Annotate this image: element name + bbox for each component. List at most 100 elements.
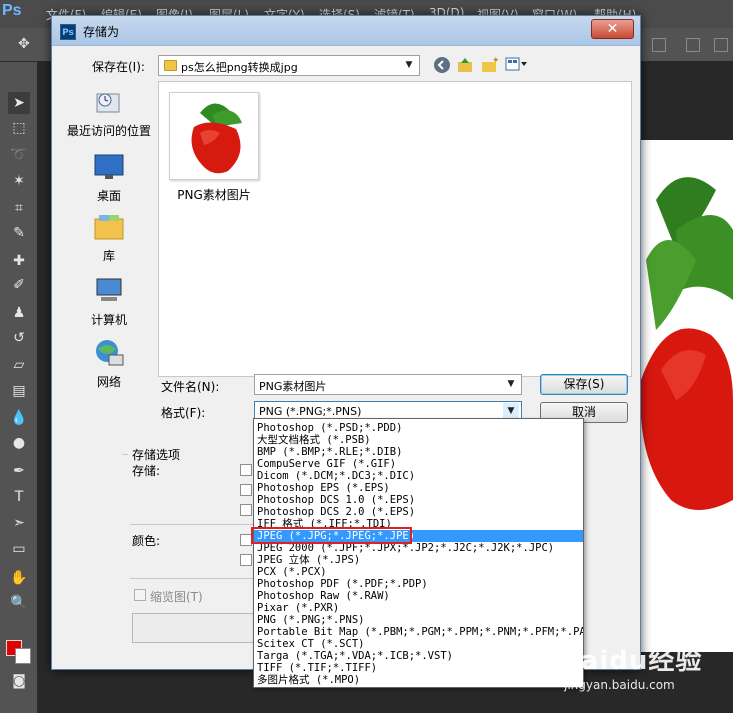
photoshop-logo: Ps — [2, 2, 22, 19]
lasso-tool-icon[interactable]: ➰ — [8, 144, 30, 166]
view-menu-icon[interactable] — [504, 56, 530, 76]
network-icon — [93, 337, 125, 369]
watermark-url: jingyan.baidu.com — [564, 678, 675, 692]
format-option[interactable]: Photoshop (*.PSD;*.PDD) — [254, 422, 583, 434]
baidu-watermark: Baidu经验 jingyan.baidu.com — [560, 640, 703, 692]
path-select-icon[interactable]: ➣ — [8, 512, 30, 534]
annotation-highlight-box — [251, 527, 412, 544]
strawberry-image — [640, 177, 733, 510]
back-icon[interactable] — [432, 56, 452, 76]
format-option[interactable]: Pixar (*.PXR) — [254, 602, 583, 614]
marquee-tool-icon[interactable]: ⬚ — [8, 117, 30, 139]
new-folder-icon[interactable]: ✦ — [480, 56, 500, 76]
place-recent[interactable]: 最近访问的位置 — [62, 86, 156, 146]
format-option[interactable]: Photoshop DCS 1.0 (*.EPS) — [254, 494, 583, 506]
arrange-icon[interactable] — [714, 38, 728, 52]
svg-text:✦: ✦ — [492, 56, 499, 66]
chevron-down-icon: ▼ — [405, 60, 413, 70]
healing-brush-icon[interactable]: ✚ — [8, 250, 30, 272]
color-label: 颜色: — [132, 534, 161, 548]
crop-tool-icon[interactable]: ⌗ — [8, 197, 30, 219]
brush-tool-icon[interactable]: ✐ — [8, 274, 30, 296]
file-item[interactable]: PNG素材图片 — [169, 92, 259, 204]
format-option[interactable]: Targa (*.TGA;*.VDA;*.ICB;*.VST) — [254, 650, 583, 662]
computer-icon — [93, 275, 125, 307]
format-option[interactable]: Scitex CT (*.SCT) — [254, 638, 583, 650]
thumbnail-label: 缩览图(T) — [150, 590, 203, 604]
save-button[interactable]: 保存(S) — [540, 374, 628, 395]
format-option[interactable]: JPEG 立体 (*.JPS) — [254, 554, 583, 566]
eyedropper-icon[interactable]: ✎ — [8, 222, 30, 244]
dialog-title: 存储为 — [83, 25, 120, 39]
document-canvas[interactable] — [636, 140, 733, 652]
history-brush-icon[interactable]: ↺ — [8, 327, 30, 349]
format-option[interactable]: CompuServe GIF (*.GIF) — [254, 458, 583, 470]
distribute-icon[interactable] — [686, 38, 700, 52]
close-button[interactable]: ✕ — [591, 19, 634, 39]
group-border — [122, 454, 128, 455]
thumbnail-checkbox[interactable] — [134, 589, 146, 601]
place-desktop[interactable]: 桌面 — [62, 151, 156, 211]
store-option-checkbox[interactable] — [240, 504, 252, 516]
library-icon — [93, 211, 125, 243]
filename-input[interactable]: PNG素材图片 ▼ — [254, 374, 522, 395]
place-label: 库 — [102, 249, 115, 263]
pen-tool-icon[interactable]: ✒ — [8, 460, 30, 482]
store-label: 存储: — [132, 464, 161, 478]
format-option[interactable]: PCX (*.PCX) — [254, 566, 583, 578]
chevron-down-icon: ▼ — [507, 379, 515, 389]
align-icon[interactable] — [652, 38, 666, 52]
save-options-title: 存储选项 — [132, 448, 181, 462]
place-library[interactable]: 库 — [62, 211, 156, 271]
format-value: PNG (*.PNG;*.PNS) — [259, 405, 362, 418]
format-option[interactable]: Photoshop Raw (*.RAW) — [254, 590, 583, 602]
magic-wand-icon[interactable]: ✶ — [8, 170, 30, 192]
hand-tool-icon[interactable]: ✋ — [8, 567, 30, 589]
format-option[interactable]: 多图片格式 (*.MPO) — [254, 674, 583, 686]
up-folder-icon[interactable] — [455, 56, 475, 76]
recent-places-icon — [93, 86, 125, 118]
eraser-tool-icon[interactable]: ▱ — [8, 354, 30, 376]
background-color-swatch[interactable] — [15, 648, 31, 664]
store-option-checkbox[interactable] — [240, 464, 252, 476]
strawberry-thumbnail-icon — [169, 92, 259, 180]
quick-mask-icon[interactable]: ◙ — [8, 670, 30, 692]
places-bar: 最近访问的位置 桌面 库 计算机 网络 — [62, 81, 156, 421]
format-dropdown-list[interactable]: Photoshop (*.PSD;*.PDD) 大型文档格式 (*.PSB) B… — [253, 418, 584, 688]
format-option[interactable]: BMP (*.BMP;*.RLE;*.DIB) — [254, 446, 583, 458]
stamp-tool-icon[interactable]: ♟ — [8, 302, 30, 324]
format-option[interactable]: Photoshop PDF (*.PDF;*.PDP) — [254, 578, 583, 590]
move-tool-icon[interactable]: ➤ — [8, 92, 30, 114]
place-computer[interactable]: 计算机 — [62, 275, 156, 335]
place-label: 网络 — [96, 375, 121, 389]
format-option[interactable]: TIFF (*.TIF;*.TIFF) — [254, 662, 583, 674]
format-option[interactable]: Dicom (*.DCM;*.DC3;*.DIC) — [254, 470, 583, 482]
place-label: 最近访问的位置 — [66, 124, 151, 138]
dialog-titlebar[interactable]: Ps 存储为 ✕ — [52, 16, 640, 46]
shape-tool-icon[interactable]: ▭ — [8, 538, 30, 560]
format-option[interactable]: Photoshop DCS 2.0 (*.EPS) — [254, 506, 583, 518]
file-name-label: PNG素材图片 — [177, 188, 251, 202]
toolbox: ➤ ⬚ ➰ ✶ ⌗ ✎ ✚ ✐ ♟ ↺ ▱ ▤ 💧 ● ✒ T ➣ ▭ ✋ 🔍 … — [0, 62, 38, 713]
blur-tool-icon[interactable]: 💧 — [8, 407, 30, 429]
format-option[interactable]: 大型文档格式 (*.PSB) — [254, 434, 583, 446]
file-list[interactable]: PNG素材图片 — [158, 81, 632, 377]
dodge-tool-icon[interactable]: ● — [8, 432, 30, 454]
place-label: 计算机 — [90, 313, 127, 327]
format-option[interactable]: Photoshop EPS (*.EPS) — [254, 482, 583, 494]
desktop-icon — [93, 151, 125, 183]
zoom-tool-icon[interactable]: 🔍 — [8, 592, 30, 614]
color-option-checkbox[interactable] — [240, 554, 252, 566]
save-in-value: ps怎么把png转换成jpg — [181, 61, 298, 74]
gradient-tool-icon[interactable]: ▤ — [8, 380, 30, 402]
format-option[interactable]: Portable Bit Map (*.PBM;*.PGM;*.PPM;*.PN… — [254, 626, 583, 638]
format-option[interactable]: PNG (*.PNG;*.PNS) — [254, 614, 583, 626]
move-tool-preset-icon[interactable]: ✥ — [18, 36, 40, 54]
save-in-select[interactable]: ps怎么把png转换成jpg ▼ — [158, 55, 420, 76]
type-tool-icon[interactable]: T — [8, 486, 30, 508]
watermark-logo: Baidu经验 — [560, 646, 703, 676]
store-option-checkbox[interactable] — [240, 484, 252, 496]
save-in-label: 保存在(I): — [92, 60, 145, 74]
place-network[interactable]: 网络 — [62, 337, 156, 397]
folder-icon — [164, 60, 177, 71]
